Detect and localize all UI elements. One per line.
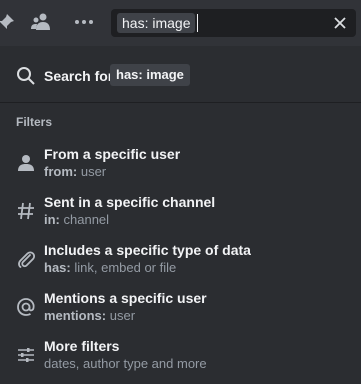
filter-key: mentions: [44,308,107,323]
filter-title: Sent in a specific channel [44,194,216,210]
divider [0,102,361,103]
paperclip-icon [14,247,38,271]
filter-hint-text: user [80,164,107,179]
clear-search-icon[interactable] [332,15,348,31]
filter-title: Mentions a specific user [44,290,207,306]
filter-has-type[interactable]: Includes a specific type of data has: li… [0,236,361,282]
filter-key: in: [44,212,60,227]
filters-section-title: Filters [16,115,53,129]
filter-hint: in: channel [44,212,109,227]
at-icon [14,295,38,319]
channel-toolbar: has: image [0,0,361,46]
search-query-chip: has: image [117,13,196,33]
search-icon [16,66,36,91]
filter-hint: has: link, embed or file [44,260,176,275]
filter-hint-text: user [109,308,136,323]
search-input[interactable]: has: image [111,9,356,37]
sliders-icon [14,343,38,367]
filter-key: has: [44,260,71,275]
filter-title: More filters [44,338,120,354]
filter-in-channel[interactable]: Sent in a specific channel in: channel [0,188,361,234]
filter-hint-text: dates, author type and more [44,356,207,371]
more-options-icon[interactable] [72,10,96,34]
filter-hint: from: user [44,164,106,179]
filter-hint-text: channel [63,212,110,227]
filter-more-filters[interactable]: More filters dates, author type and more [0,332,361,378]
filter-hint: dates, author type and more [44,356,207,371]
pin-icon[interactable] [0,10,18,34]
search-for-chip: has: image [110,64,190,86]
filter-mentions-user[interactable]: Mentions a specific user mentions: user [0,284,361,330]
search-for-label: Search for [44,68,114,84]
filter-key: from: [44,164,78,179]
filter-title: Includes a specific type of data [44,242,251,258]
search-for-option[interactable]: Search for has: image [0,56,361,96]
search-options-popout: Search for has: image Filters From a spe… [0,46,361,384]
hash-icon [14,199,38,223]
user-icon [14,151,38,175]
filter-hint-text: link, embed or file [74,260,177,275]
filter-from-user[interactable]: From a specific user from: user [0,140,361,186]
text-caret [197,14,198,32]
filter-title: From a specific user [44,146,181,162]
members-icon[interactable] [30,10,54,34]
filter-hint: mentions: user [44,308,135,323]
